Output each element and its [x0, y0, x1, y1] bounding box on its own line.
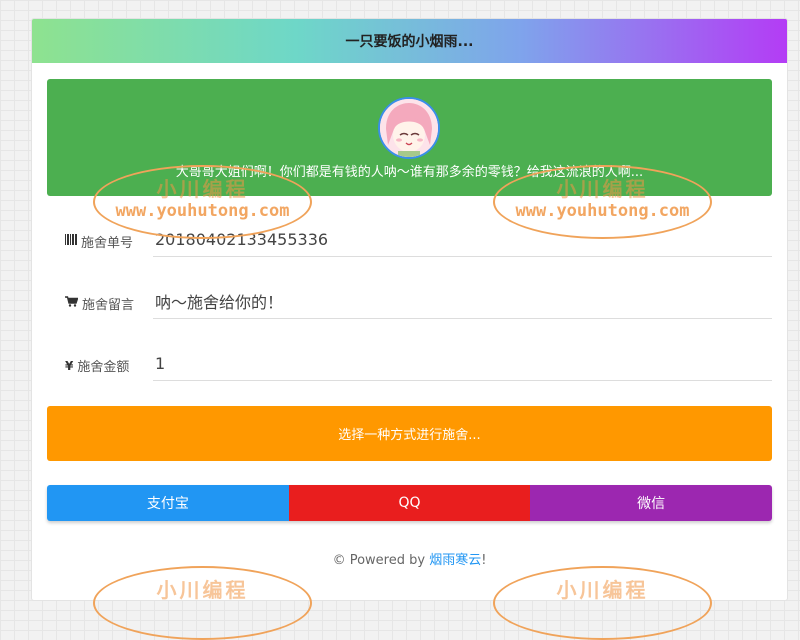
amount-label: 施舍金额: [77, 360, 130, 375]
choose-method-banner: 选择一种方式进行施舍...: [47, 406, 772, 461]
order-number-field[interactable]: 20180402133455336: [153, 222, 772, 257]
order-number-row: 施舍单号 20180402133455336: [47, 218, 772, 262]
qq-button[interactable]: QQ: [288, 485, 531, 521]
donation-card: 一只要饭的小烟雨... 大哥哥大姐们啊！你们都是有钱的人呐～谁有那多余的零钱？给…: [31, 18, 788, 601]
message-row: 施舍留言 呐～施舍给你的！: [47, 280, 772, 324]
message-label: 施舍留言: [82, 298, 135, 313]
amount-row: ¥ 施舍金额 1: [47, 342, 772, 386]
barcode-icon: [65, 234, 77, 249]
banner: 大哥哥大姐们啊！你们都是有钱的人呐～谁有那多余的零钱？给我这流浪的人啊...: [47, 79, 772, 196]
footer: © Powered by 烟雨寒云!: [32, 549, 787, 568]
message-field[interactable]: 呐～施舍给你的！: [153, 284, 772, 319]
footer-author-link[interactable]: 烟雨寒云: [429, 553, 481, 568]
choose-method-label: 选择一种方式进行施舍...: [338, 428, 481, 443]
footer-suffix: !: [481, 553, 487, 568]
yen-icon: ¥: [65, 358, 74, 373]
page-title: 一只要饭的小烟雨...: [345, 34, 474, 50]
banner-message: 大哥哥大姐们啊！你们都是有钱的人呐～谁有那多余的零钱？给我这流浪的人啊...: [175, 165, 644, 180]
amount-field[interactable]: 1: [153, 346, 772, 381]
alipay-button[interactable]: 支付宝: [47, 485, 289, 521]
wechat-button[interactable]: 微信: [530, 485, 772, 521]
order-number-label: 施舍单号: [81, 236, 134, 251]
payment-methods: 支付宝 QQ 微信: [47, 485, 772, 521]
footer-prefix: © Powered by: [332, 553, 426, 568]
page-header: 一只要饭的小烟雨...: [32, 19, 787, 63]
cart-icon: [65, 296, 79, 311]
avatar: [378, 97, 440, 159]
